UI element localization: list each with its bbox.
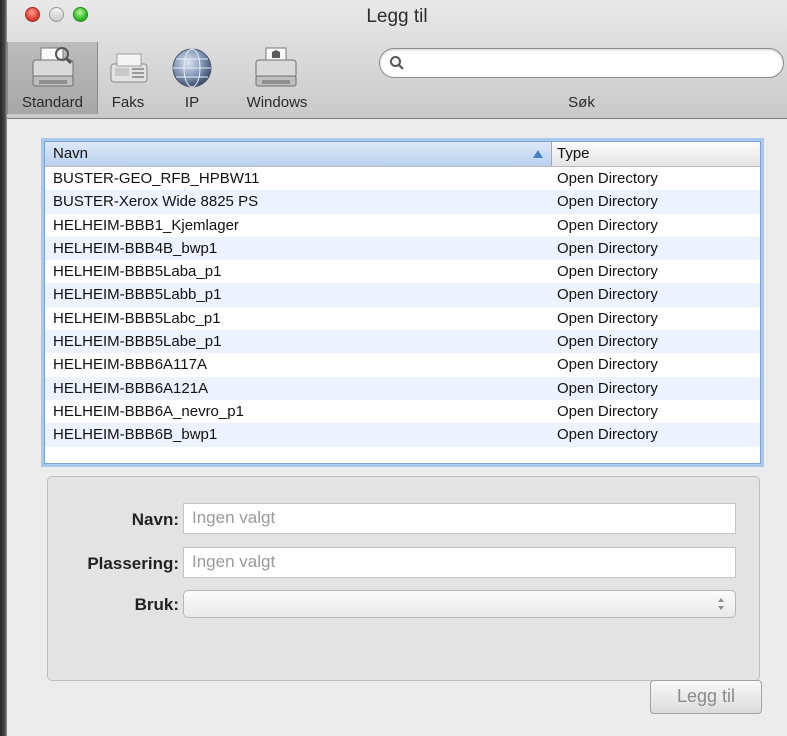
table-row[interactable]: HELHEIM-BBB6A117A Open Directory (45, 353, 760, 376)
search-input[interactable] (410, 52, 774, 76)
table-row[interactable]: HELHEIM-BBB5Laba_p1 Open Directory (45, 260, 760, 283)
printer-type-cell: Open Directory (557, 309, 658, 327)
name-field[interactable]: Ingen valgt (183, 503, 736, 534)
search-label: Søk (568, 94, 595, 111)
table-row[interactable]: HELHEIM-BBB4B_bwp1 Open Directory (45, 236, 760, 261)
printer-type-cell: Open Directory (557, 193, 658, 211)
printer-name-cell: HELHEIM-BBB6A_nevro_p1 (53, 402, 244, 420)
printer-type-cell: Open Directory (557, 333, 658, 351)
fax-icon (110, 53, 148, 83)
column-header-label: Navn (53, 145, 89, 162)
printer-name-cell: BUSTER-GEO_RFB_HPBW11 (53, 170, 260, 187)
search-field[interactable] (379, 48, 784, 78)
printer-name-cell: HELHEIM-BBB5Laba_p1 (53, 263, 222, 281)
use-select[interactable] (183, 590, 736, 618)
table-row[interactable]: HELHEIM-BBB5Labc_p1 Open Directory (45, 307, 760, 330)
table-row[interactable]: HELHEIM-BBB1_Kjemlager Open Directory (45, 214, 760, 237)
globe-icon (172, 48, 212, 88)
column-header-name[interactable]: Navn (45, 142, 552, 166)
windows-printer-icon (255, 47, 297, 87)
table-row[interactable]: BUSTER-GEO_RFB_HPBW11 Open Directory (45, 167, 760, 190)
add-button[interactable]: Legg til (650, 680, 762, 714)
toolbar-item-label: IP (184, 94, 200, 111)
use-label: Bruk: (134, 595, 179, 614)
toolbar-item-faks[interactable]: Faks (103, 42, 153, 114)
toolbar-item-label: Standard (22, 94, 83, 111)
printer-icon (32, 47, 74, 87)
toolbar-item-label: Faks (111, 94, 145, 111)
table-row[interactable]: HELHEIM-BBB6B_bwp1 Open Directory (45, 423, 760, 447)
table-row[interactable]: HELHEIM-BBB5Labe_p1 Open Directory (45, 330, 760, 354)
window-title: Legg til (366, 6, 428, 27)
printer-list[interactable]: Navn Type BUSTER-GEO_RFB_HPBW11 Open Dire… (44, 141, 761, 464)
toolbar-item-label: Windows (246, 94, 308, 111)
table-row[interactable]: HELHEIM-BBB6A121A Open Directory (45, 376, 760, 400)
printer-details-panel: Navn: Ingen valgt Plassering: Ingen valg… (47, 476, 760, 681)
printer-type-cell: Open Directory (557, 239, 658, 257)
printer-type-cell: Open Directory (557, 263, 658, 281)
location-label: Plassering: (87, 554, 179, 573)
printer-type-cell: Open Directory (557, 356, 658, 374)
window-edge (0, 0, 7, 736)
search-icon (390, 56, 404, 70)
printer-name-cell: HELHEIM-BBB5Labb_p1 (53, 286, 222, 304)
printer-type-cell: Open Directory (557, 426, 658, 444)
table-row[interactable]: BUSTER-Xerox Wide 8825 PS Open Directory (45, 190, 760, 214)
printer-name-cell: HELHEIM-BBB1_Kjemlager (53, 216, 239, 234)
toolbar-item-windows[interactable]: Windows (237, 42, 317, 114)
printer-name-cell: HELHEIM-BBB6A117A (53, 356, 207, 374)
toolbar-item-standard[interactable]: Standard (7, 42, 98, 114)
printer-type-cell: Open Directory (557, 286, 658, 304)
printer-name-cell: HELHEIM-BBB5Labe_p1 (53, 333, 222, 351)
printer-name-cell: HELHEIM-BBB6A121A (53, 379, 209, 397)
printer-type-cell: Open Directory (557, 402, 658, 420)
sort-ascending-icon (533, 150, 543, 158)
title-bar: Legg til (7, 0, 787, 34)
toolbar-item-ip[interactable]: IP (172, 42, 212, 114)
add-printer-window: Legg til Standard Faks IP Windows Søk Na… (0, 0, 787, 736)
printer-name-cell: HELHEIM-BBB4B_bwp1 (53, 239, 218, 257)
location-field[interactable]: Ingen valgt (183, 547, 736, 578)
printer-type-cell: Open Directory (557, 216, 658, 234)
printer-type-cell: Open Directory (557, 379, 658, 397)
list-rows: BUSTER-GEO_RFB_HPBW11 Open Directory BUSTE… (45, 167, 760, 447)
table-row[interactable]: HELHEIM-BBB6A_nevro_p1 Open Directory (45, 400, 760, 423)
table-row[interactable]: HELHEIM-BBB5Labb_p1 Open Directory (45, 283, 760, 307)
name-label: Navn: (131, 510, 179, 529)
list-header: Navn Type (45, 142, 760, 167)
printer-name-cell: HELHEIM-BBB5Labc_p1 (53, 309, 221, 327)
printer-name-cell: HELHEIM-BBB6B_bwp1 (53, 426, 218, 444)
printer-type-cell: Open Directory (557, 170, 658, 187)
toolbar: Legg til Standard Faks IP Windows Søk (7, 0, 787, 119)
printer-name-cell: BUSTER-Xerox Wide 8825 PS (53, 193, 259, 211)
column-header-type[interactable]: Type (557, 145, 590, 162)
up-down-arrows-icon (718, 598, 724, 610)
